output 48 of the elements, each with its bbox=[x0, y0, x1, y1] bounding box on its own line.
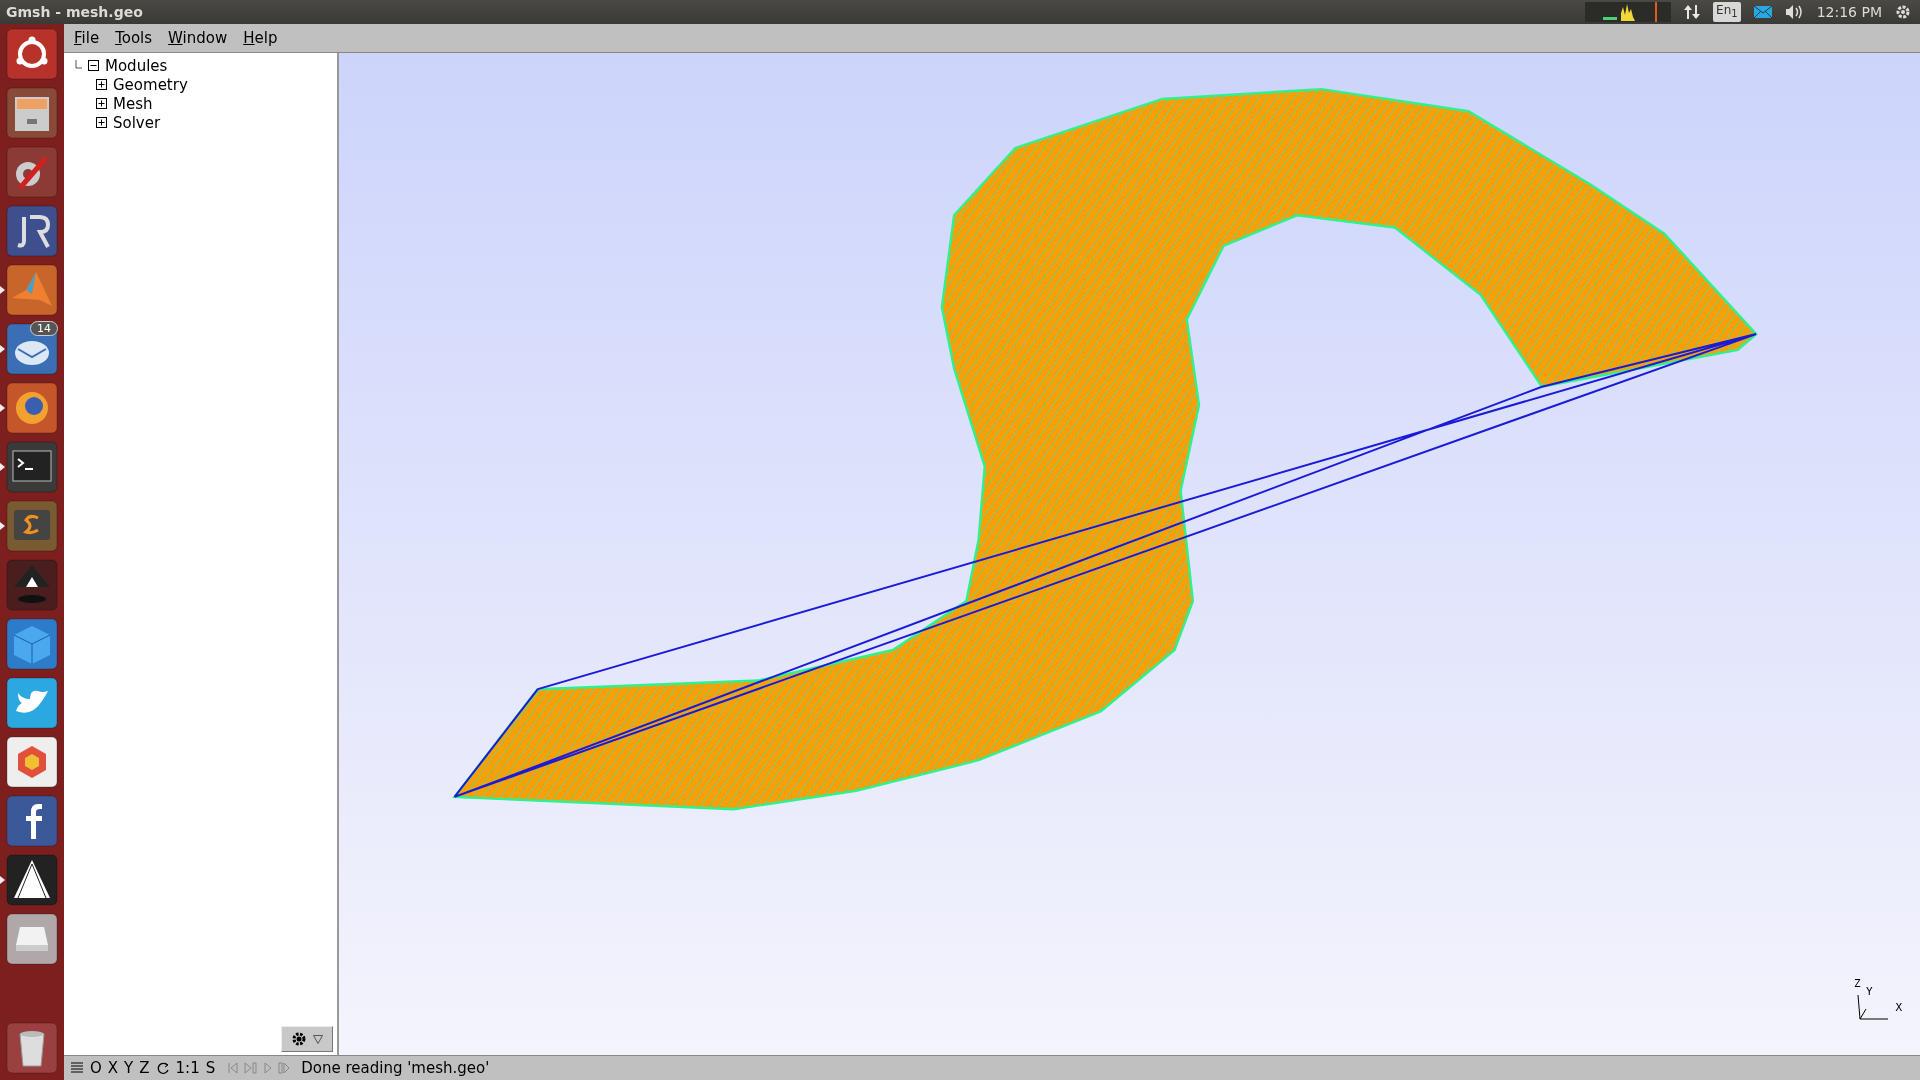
axis-label: Z bbox=[1854, 977, 1861, 990]
menu-item[interactable]: Tools bbox=[115, 29, 153, 47]
app-launcher-icon[interactable] bbox=[6, 87, 58, 139]
collapse-toggle-icon[interactable] bbox=[88, 60, 99, 71]
network-arrows-icon bbox=[1683, 3, 1702, 21]
app-launcher-icon[interactable] bbox=[6, 677, 58, 729]
graphics-viewport[interactable]: Z Y X bbox=[339, 53, 1920, 1055]
app-launcher-icon[interactable] bbox=[6, 795, 58, 847]
app-launcher-icon[interactable] bbox=[6, 736, 58, 788]
axis-label: Y bbox=[1866, 985, 1873, 998]
tree-item[interactable]: Modules bbox=[105, 56, 168, 75]
tree-item[interactable]: Solver bbox=[113, 113, 161, 132]
envelope-icon[interactable] bbox=[1752, 5, 1773, 19]
view-axis-button[interactable]: O bbox=[90, 1059, 102, 1077]
trash-icon[interactable] bbox=[6, 1022, 58, 1074]
view-axis-button[interactable]: Y bbox=[124, 1059, 134, 1077]
caret-icon bbox=[313, 1034, 323, 1044]
expand-toggle-icon[interactable] bbox=[96, 79, 107, 90]
view-axis-button[interactable]: Z bbox=[139, 1059, 150, 1077]
view-axis-button[interactable]: X bbox=[107, 1059, 119, 1077]
gear-icon[interactable] bbox=[1894, 3, 1912, 21]
expand-toggle-icon[interactable] bbox=[96, 117, 107, 128]
keyboard-layout-indicator[interactable]: En$_{1}$ bbox=[1713, 1, 1741, 23]
tree-item[interactable]: Mesh bbox=[113, 94, 153, 113]
app-launcher-icon[interactable] bbox=[6, 559, 58, 611]
options-button[interactable] bbox=[281, 1026, 333, 1052]
notification-count: 14 bbox=[30, 321, 58, 336]
status-message: Done reading 'mesh.geo' bbox=[301, 1059, 490, 1077]
clock[interactable]: 12:16 PM bbox=[1816, 4, 1882, 20]
menu-item[interactable]: File bbox=[74, 29, 100, 47]
expand-toggle-icon[interactable] bbox=[96, 98, 107, 109]
speaker-icon[interactable] bbox=[1784, 4, 1805, 20]
app-launcher-icon[interactable] bbox=[6, 205, 58, 257]
menu-item[interactable]: Help bbox=[243, 29, 278, 47]
app-launcher-icon[interactable] bbox=[6, 913, 58, 965]
app-launcher-icon[interactable] bbox=[6, 854, 58, 906]
window-title: Gmsh - mesh.geo bbox=[6, 4, 143, 20]
snapshot-button[interactable]: S bbox=[205, 1059, 216, 1077]
app-launcher-icon[interactable] bbox=[6, 146, 58, 198]
app-launcher-icon[interactable] bbox=[6, 28, 58, 80]
rotate-icon[interactable] bbox=[155, 1061, 170, 1075]
tree-item[interactable]: Geometry bbox=[113, 75, 188, 94]
menu-item[interactable]: Window bbox=[168, 29, 228, 47]
axis-label: X bbox=[1895, 1001, 1902, 1014]
app-launcher-icon[interactable] bbox=[6, 323, 58, 375]
scale-button[interactable]: 1:1 bbox=[175, 1059, 200, 1077]
menu-icon[interactable] bbox=[70, 1061, 84, 1075]
gear-icon bbox=[291, 1031, 307, 1047]
